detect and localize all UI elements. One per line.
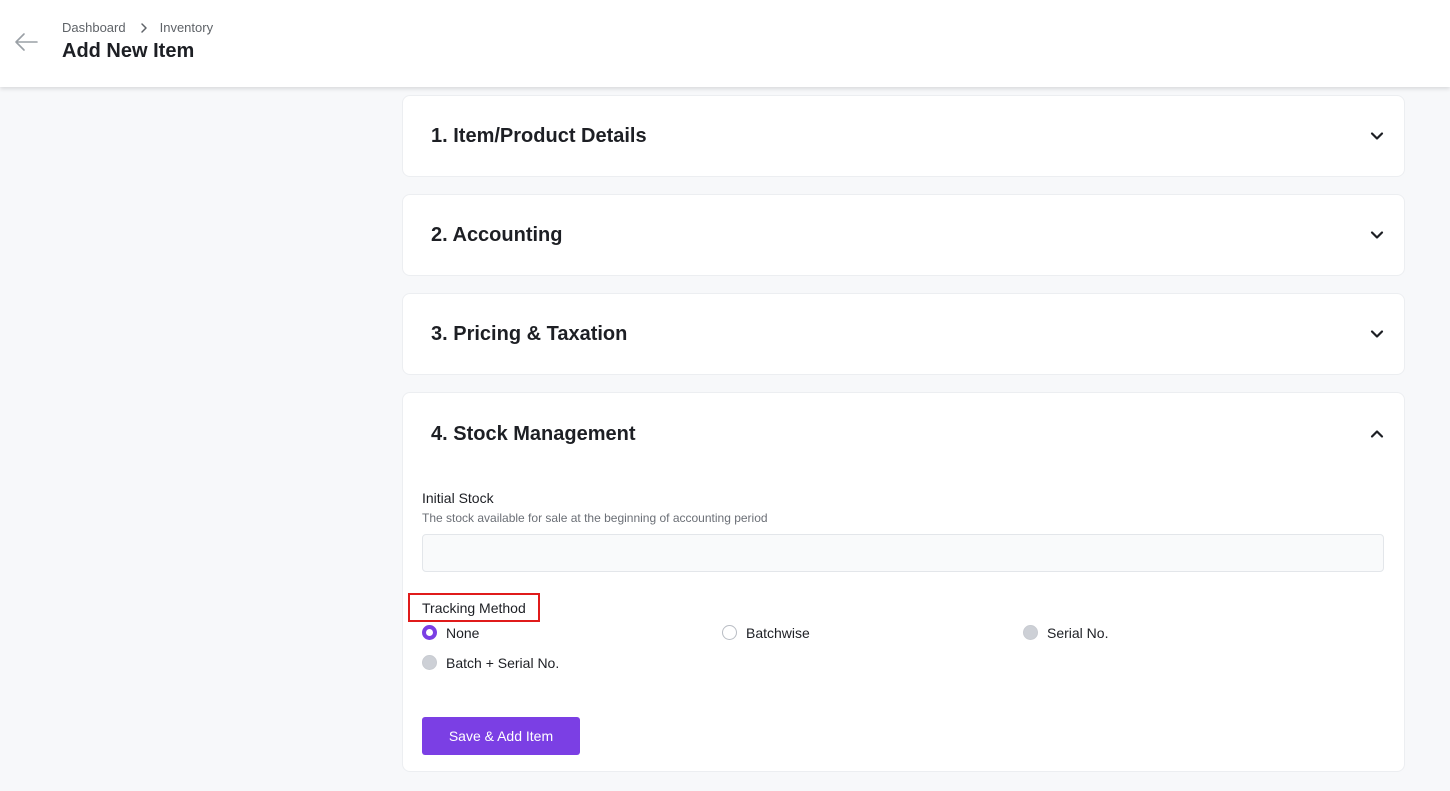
section-pricing-taxation-header[interactable]: 3. Pricing & Taxation [403,294,1404,374]
chevron-down-icon [1370,231,1384,239]
section-stock-management-header[interactable]: 4. Stock Management [403,393,1404,475]
tracking-option-batch-serial[interactable]: Batch + Serial No. [422,654,722,671]
tracking-option-none[interactable]: None [422,624,722,641]
radio-disabled-icon [422,655,437,670]
radio-unchecked-icon [722,625,737,640]
section-title: 3. Pricing & Taxation [431,322,628,345]
tracking-method-highlight: Tracking Method [408,593,540,622]
page-title: Add New Item [62,40,195,62]
tracking-option-label: None [446,624,480,641]
radio-checked-icon [422,625,437,640]
arrow-left-icon [15,33,38,51]
chevron-down-icon [1370,330,1384,338]
section-title: 4. Stock Management [431,422,636,445]
section-pricing-taxation: 3. Pricing & Taxation [402,293,1405,375]
tracking-option-label: Batch + Serial No. [446,654,560,671]
section-item-details: 1. Item/Product Details [402,95,1405,177]
breadcrumb: Dashboard Inventory [62,20,213,35]
section-title: 1. Item/Product Details [431,124,647,147]
initial-stock-input[interactable] [422,534,1384,572]
tracking-option-label: Serial No. [1047,624,1109,641]
section-title: 2. Accounting [431,223,563,246]
tracking-option-serial[interactable]: Serial No. [1023,624,1323,641]
tracking-method-label: Tracking Method [422,600,526,616]
tracking-option-label: Batchwise [746,624,810,641]
breadcrumb-inventory[interactable]: Inventory [160,20,213,35]
chevron-right-icon [139,21,149,35]
save-add-item-button[interactable]: Save & Add Item [422,717,580,755]
breadcrumb-dashboard[interactable]: Dashboard [62,20,126,35]
top-bar: Dashboard Inventory Add New Item [0,0,1450,87]
initial-stock-help: The stock available for sale at the begi… [422,511,768,525]
stock-management-body: Initial Stock The stock available for sa… [403,475,1404,771]
section-accounting-header[interactable]: 2. Accounting [403,195,1404,275]
initial-stock-label: Initial Stock [422,490,494,506]
back-button[interactable] [12,30,40,54]
form-content: 1. Item/Product Details 2. Accounting 3.… [402,95,1405,789]
section-stock-management: 4. Stock Management Initial Stock The st… [402,392,1405,772]
chevron-up-icon [1370,430,1384,438]
section-accounting: 2. Accounting [402,194,1405,276]
radio-disabled-icon [1023,625,1038,640]
section-item-details-header[interactable]: 1. Item/Product Details [403,96,1404,176]
chevron-down-icon [1370,132,1384,140]
tracking-method-options: None Batchwise Serial No. Batch + Serial… [422,624,1384,671]
tracking-option-batchwise[interactable]: Batchwise [722,624,1023,641]
